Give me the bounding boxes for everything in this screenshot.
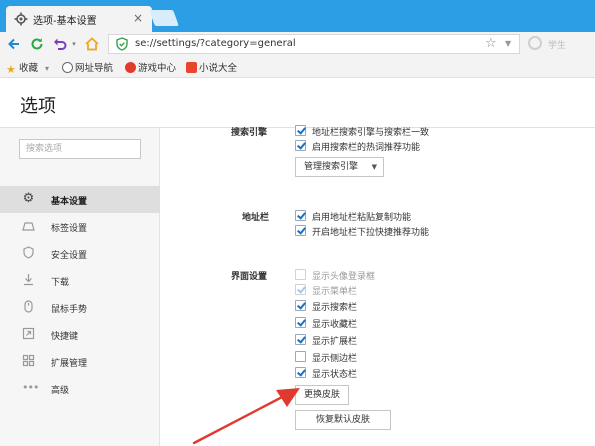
sidebar-item-label: 基本设置 <box>51 197 88 207</box>
bookmark-favorites[interactable]: ★ 收藏 ▾ <box>6 60 50 76</box>
shield-icon <box>23 246 34 259</box>
checkbox <box>295 269 306 280</box>
grid-icon <box>22 354 35 367</box>
tab-strip: 选项-基本设置 × <box>0 0 595 32</box>
bookmark-label: 小说大全 <box>199 63 238 74</box>
dots-icon: ••• <box>22 381 39 394</box>
book-icon <box>186 62 197 73</box>
checkbox[interactable] <box>295 351 306 362</box>
home-icon[interactable] <box>84 36 100 52</box>
sidebar-item-advanced[interactable]: ••• 高级 <box>0 375 160 402</box>
url-text[interactable]: se://settings/?category=general <box>135 38 296 49</box>
bookmarks-bar: ★ 收藏 ▾ 网址导航 游戏中心 小说大全 <box>0 56 595 78</box>
sidebar-item-shortcuts[interactable]: 快捷键 <box>0 321 160 348</box>
sidebar-item-label: 鼠标手势 <box>51 305 88 315</box>
option-label: 启用地址栏粘贴复制功能 <box>312 213 412 223</box>
option-label: 显示搜索栏 <box>312 303 358 313</box>
star-icon[interactable]: ☆ <box>485 36 497 51</box>
option-label: 显示头像登录框 <box>312 272 376 282</box>
option-label: 显示状态栏 <box>312 370 358 380</box>
sidebar-item-label: 安全设置 <box>51 251 88 261</box>
bookmark-novels[interactable]: 小说大全 <box>186 60 237 74</box>
sidebar-item-label: 扩展管理 <box>51 359 88 369</box>
section-label-search-engine: 搜索引擎 <box>231 128 268 138</box>
option-label: 显示收藏栏 <box>312 320 358 330</box>
checkbox[interactable] <box>295 300 306 311</box>
checkbox[interactable] <box>295 225 306 236</box>
option-label: 显示侧边栏 <box>312 354 358 364</box>
chevron-down-icon: ▾ <box>45 64 50 73</box>
sidebar-item-basic[interactable]: ⚙ 基本设置 <box>0 186 160 213</box>
download-icon <box>24 274 33 286</box>
chevron-down-icon[interactable]: ▾ <box>70 36 78 52</box>
bookmark-label: 收藏 <box>19 63 39 74</box>
option-label: 地址栏搜索引擎与搜索栏一致 <box>312 128 430 138</box>
bookmark-games[interactable]: 游戏中心 <box>125 60 176 74</box>
checkbox[interactable] <box>295 334 306 345</box>
back-arrow-icon[interactable] <box>6 36 22 52</box>
checkbox[interactable] <box>295 317 306 328</box>
navigation-bar: ▾ se://settings/?category=general ☆ ▼ 学生 <box>0 32 595 56</box>
close-icon[interactable]: × <box>133 10 143 26</box>
restore-default-skin-button[interactable]: 恢复默认皮肤 <box>295 410 391 430</box>
checkbox[interactable] <box>295 210 306 221</box>
section-label-address-bar: 地址栏 <box>242 213 270 223</box>
sidebar-item-gestures[interactable]: 鼠标手势 <box>0 294 160 321</box>
bookmark-label: 游戏中心 <box>138 63 177 74</box>
option-label: 启用搜索栏的热词推荐功能 <box>312 143 421 153</box>
sidebar-item-download[interactable]: 下载 <box>0 267 160 294</box>
checkbox[interactable] <box>295 367 306 378</box>
option-label: 显示菜单栏 <box>312 287 358 297</box>
globe-icon <box>62 62 73 73</box>
sidebar-item-label: 快捷键 <box>51 332 79 342</box>
mouse-icon <box>24 300 33 313</box>
gear-icon: ⚙ <box>22 191 35 206</box>
shortcut-icon <box>22 327 35 340</box>
tab-settings[interactable]: 选项-基本设置 × <box>6 6 152 32</box>
chevron-down-icon[interactable]: ▼ <box>505 39 511 48</box>
page-title: 选项 <box>20 96 56 117</box>
sidebar-item-label: 标签设置 <box>51 224 88 234</box>
checkbox <box>295 284 306 295</box>
new-tab-button[interactable] <box>149 10 179 26</box>
button-label: 管理搜索引擎 <box>304 162 359 172</box>
chevron-down-icon: ▼ <box>371 163 377 171</box>
checkbox[interactable] <box>295 125 306 136</box>
sidebar-item-tabs[interactable]: 标签设置 <box>0 213 160 240</box>
search-input[interactable] <box>19 139 141 159</box>
sidebar-item-security[interactable]: 安全设置 <box>0 240 160 267</box>
tab-icon <box>22 222 35 231</box>
option-label: 显示扩展栏 <box>312 337 358 347</box>
sidebar: ⚙ 基本设置 标签设置 安全设置 下载 鼠标手势 快捷键 扩展管理 ••• 高级 <box>0 128 160 446</box>
sidebar-item-extensions[interactable]: 扩展管理 <box>0 348 160 375</box>
shield-icon <box>116 37 128 51</box>
sidebar-item-label: 高级 <box>51 386 70 396</box>
bookmark-label: 网址导航 <box>75 63 114 74</box>
gear-icon <box>14 12 28 26</box>
address-bar[interactable]: se://settings/?category=general ☆ ▼ <box>108 34 520 54</box>
section-label-ui: 界面设置 <box>231 272 268 282</box>
page-header: 选项 <box>0 78 595 128</box>
undo-icon[interactable] <box>52 36 68 52</box>
search-engine-icon <box>528 36 542 50</box>
manage-search-engines-button[interactable]: 管理搜索引擎 ▼ <box>295 157 384 177</box>
bookmark-nav[interactable]: 网址导航 <box>62 60 113 74</box>
option-label: 开启地址栏下拉快捷推荐功能 <box>312 228 430 238</box>
search-box[interactable]: 学生 <box>526 36 595 52</box>
star-icon: ★ <box>6 63 16 76</box>
game-icon <box>125 62 136 73</box>
search-box-text: 学生 <box>548 41 567 51</box>
refresh-icon[interactable] <box>29 36 45 52</box>
checkbox[interactable] <box>295 140 306 151</box>
tab-title: 选项-基本设置 <box>33 16 97 27</box>
sidebar-item-label: 下载 <box>51 278 70 288</box>
annotation-arrow <box>192 388 300 445</box>
